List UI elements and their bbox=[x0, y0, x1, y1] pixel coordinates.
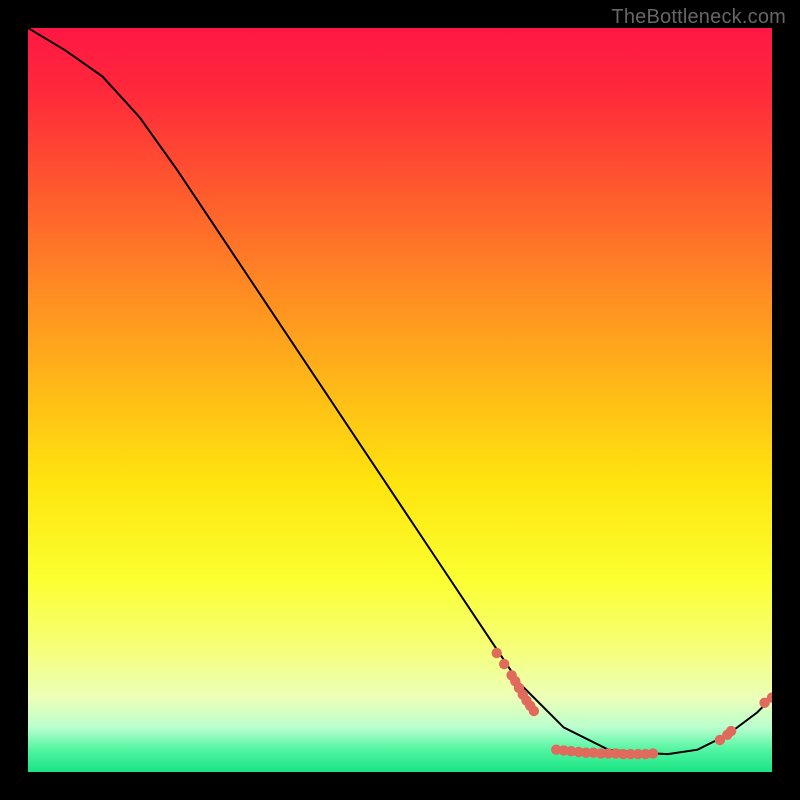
highlight-point bbox=[529, 706, 539, 716]
highlight-point bbox=[648, 748, 658, 758]
gradient-background bbox=[28, 28, 772, 772]
watermark-label: TheBottleneck.com bbox=[611, 6, 786, 29]
bottleneck-chart bbox=[28, 28, 772, 772]
highlight-point bbox=[726, 726, 736, 736]
highlight-point bbox=[499, 659, 509, 669]
chart-frame: TheBottleneck.com bbox=[0, 0, 800, 800]
highlight-point bbox=[492, 648, 502, 658]
